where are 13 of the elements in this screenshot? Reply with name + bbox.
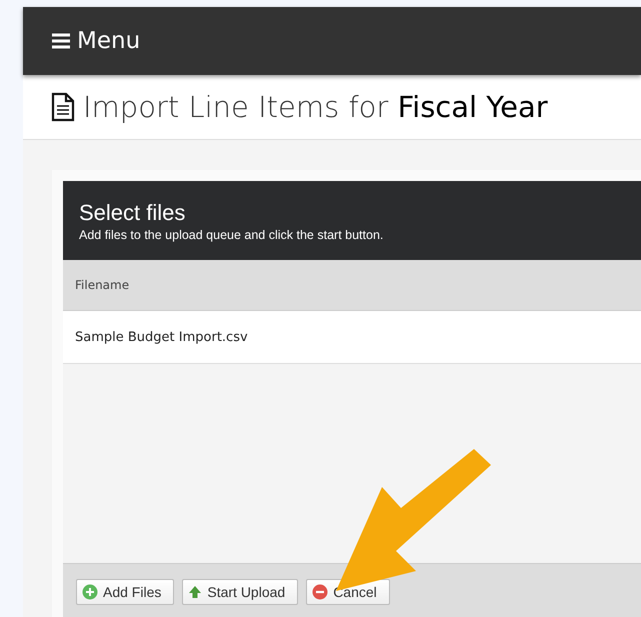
uploader-subtitle: Add files to the upload queue and click the start button. (79, 228, 384, 242)
plus-icon (82, 584, 98, 600)
minus-icon (312, 584, 328, 600)
column-header: Filename (63, 260, 641, 311)
menu-button[interactable]: Menu (51, 28, 140, 54)
start-button[interactable]: Start Upload (182, 579, 298, 605)
uploader-title: Select files (79, 200, 186, 226)
up-arrow-icon (188, 584, 202, 598)
page-title: Import Line Items for Fiscal Year (83, 90, 548, 124)
add-button[interactable]: Add Files (76, 579, 174, 605)
menu-icon (51, 32, 71, 50)
document-icon (51, 92, 75, 122)
file-row: Sample Budget Import.csv (63, 311, 641, 364)
